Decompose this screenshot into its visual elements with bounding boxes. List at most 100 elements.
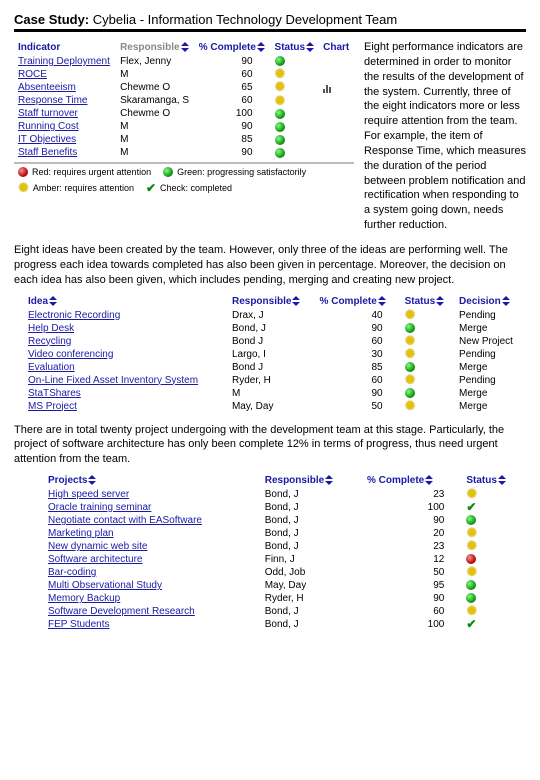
red-dot-icon bbox=[466, 554, 476, 564]
col-pct[interactable]: % Complete bbox=[316, 294, 401, 309]
amber-star-icon: ✺ bbox=[275, 96, 286, 106]
table-row: StaTSharesM90Merge bbox=[24, 387, 526, 400]
idea-link[interactable]: Electronic Recording bbox=[28, 310, 120, 321]
col-indicator[interactable]: Indicator bbox=[14, 40, 116, 55]
col-status[interactable]: Status bbox=[271, 40, 320, 55]
idea-link[interactable]: Help Desk bbox=[28, 323, 74, 334]
sort-icon[interactable] bbox=[436, 296, 444, 306]
green-dot-icon bbox=[275, 135, 285, 145]
project-link[interactable]: Negotiate contact with EASoftware bbox=[48, 515, 202, 526]
project-link[interactable]: Software architecture bbox=[48, 554, 143, 565]
indicator-link[interactable]: Absenteeism bbox=[18, 82, 76, 93]
col-responsible[interactable]: Responsible bbox=[116, 40, 195, 55]
sort-icon[interactable] bbox=[425, 475, 433, 485]
responsible-cell: Ryder, H bbox=[228, 374, 316, 387]
sort-icon[interactable] bbox=[378, 296, 386, 306]
project-link[interactable]: New dynamic web site bbox=[48, 541, 147, 552]
pct-cell: 23 bbox=[363, 488, 462, 501]
idea-link[interactable]: MS Project bbox=[28, 401, 77, 412]
col-pct[interactable]: % Complete bbox=[195, 40, 271, 55]
project-link[interactable]: Software Development Research bbox=[48, 606, 195, 617]
responsible-cell: Bond, J bbox=[261, 501, 363, 514]
project-link[interactable]: Marketing plan bbox=[48, 528, 114, 539]
table-row: IT ObjectivesM85 bbox=[14, 133, 354, 146]
decision-cell: New Project bbox=[455, 335, 526, 348]
col-idea[interactable]: Idea bbox=[24, 294, 228, 309]
responsible-cell: Ryder, H bbox=[261, 592, 363, 605]
legend-red: Red: requires urgent attention bbox=[32, 167, 151, 177]
table-row: High speed serverBond, J23✺ bbox=[44, 488, 526, 501]
project-link[interactable]: Bar-coding bbox=[48, 567, 96, 578]
sort-icon[interactable] bbox=[502, 296, 510, 306]
amber-star-icon: ✺ bbox=[466, 541, 477, 551]
table-row: RecyclingBond J60✺New Project bbox=[24, 335, 526, 348]
idea-link[interactable]: On-Line Fixed Asset Inventory System bbox=[28, 375, 198, 386]
chart-cell bbox=[319, 81, 354, 94]
responsible-cell: Flex, Jenny bbox=[116, 55, 195, 68]
sort-icon[interactable] bbox=[88, 475, 96, 485]
project-link[interactable]: Memory Backup bbox=[48, 593, 120, 604]
status-cell bbox=[271, 146, 320, 159]
indicator-link[interactable]: Running Cost bbox=[18, 121, 79, 132]
status-cell: ✺ bbox=[462, 605, 526, 618]
sort-icon[interactable] bbox=[498, 475, 506, 485]
col-responsible[interactable]: Responsible bbox=[228, 294, 316, 309]
project-link[interactable]: Oracle training seminar bbox=[48, 502, 151, 513]
col-chart[interactable]: Chart bbox=[319, 40, 354, 55]
status-cell: ✺ bbox=[462, 540, 526, 553]
sort-icon[interactable] bbox=[257, 42, 265, 52]
responsible-cell: M bbox=[228, 387, 316, 400]
ideas-table: Idea Responsible % Complete Status Decis… bbox=[24, 294, 526, 413]
amber-star-icon: ✺ bbox=[405, 375, 416, 385]
pct-cell: 100 bbox=[363, 618, 462, 631]
page-title: Case Study: Cybelia - Information Techno… bbox=[14, 12, 526, 32]
projects-table: Projects Responsible % Complete Status H… bbox=[44, 473, 526, 631]
table-row: New dynamic web siteBond, J23✺ bbox=[44, 540, 526, 553]
status-cell: ✺ bbox=[401, 374, 455, 387]
status-cell: ✺ bbox=[401, 400, 455, 413]
bar-chart-icon[interactable] bbox=[323, 82, 332, 93]
pct-cell: 85 bbox=[195, 133, 271, 146]
decision-cell: Merge bbox=[455, 400, 526, 413]
sort-icon[interactable] bbox=[181, 42, 189, 52]
chart-cell bbox=[319, 133, 354, 146]
chart-cell bbox=[319, 94, 354, 107]
project-link[interactable]: High speed server bbox=[48, 489, 129, 500]
indicator-link[interactable]: Staff Benefits bbox=[18, 147, 77, 158]
responsible-cell: Bond, J bbox=[261, 618, 363, 631]
decision-cell: Pending bbox=[455, 348, 526, 361]
idea-link[interactable]: StaTShares bbox=[28, 388, 81, 399]
responsible-cell: Chewme O bbox=[116, 107, 195, 120]
indicator-link[interactable]: IT Objectives bbox=[18, 134, 76, 145]
sort-icon[interactable] bbox=[325, 475, 333, 485]
indicator-link[interactable]: Staff turnover bbox=[18, 108, 78, 119]
table-row: ROCEM60✺ bbox=[14, 68, 354, 81]
col-responsible[interactable]: Responsible bbox=[261, 473, 363, 488]
legend-green: Green: progressing satisfactorily bbox=[177, 167, 306, 177]
pct-cell: 90 bbox=[195, 55, 271, 68]
idea-link[interactable]: Video conferencing bbox=[28, 349, 113, 360]
responsible-cell: M bbox=[116, 68, 195, 81]
status-cell: ✺ bbox=[401, 348, 455, 361]
col-decision[interactable]: Decision bbox=[455, 294, 526, 309]
pct-cell: 90 bbox=[195, 120, 271, 133]
project-link[interactable]: Multi Observational Study bbox=[48, 580, 162, 591]
pct-cell: 100 bbox=[195, 107, 271, 120]
sort-icon[interactable] bbox=[292, 296, 300, 306]
table-row: FEP StudentsBond, J100✔ bbox=[44, 618, 526, 631]
indicator-link[interactable]: Training Deployment bbox=[18, 56, 110, 67]
status-cell: ✔ bbox=[462, 501, 526, 514]
responsible-cell: Skaramanga, S bbox=[116, 94, 195, 107]
idea-link[interactable]: Evaluation bbox=[28, 362, 75, 373]
idea-link[interactable]: Recycling bbox=[28, 336, 71, 347]
sort-icon[interactable] bbox=[49, 296, 57, 306]
indicator-link[interactable]: Response Time bbox=[18, 95, 87, 106]
col-pct[interactable]: % Complete bbox=[363, 473, 462, 488]
indicators-table: Indicator Responsible % Complete Status … bbox=[14, 40, 354, 159]
project-link[interactable]: FEP Students bbox=[48, 619, 110, 630]
pct-cell: 90 bbox=[316, 322, 401, 335]
col-project[interactable]: Projects bbox=[44, 473, 261, 488]
indicator-link[interactable]: ROCE bbox=[18, 69, 47, 80]
sort-icon[interactable] bbox=[306, 42, 314, 52]
table-row: Multi Observational StudyMay, Day95 bbox=[44, 579, 526, 592]
